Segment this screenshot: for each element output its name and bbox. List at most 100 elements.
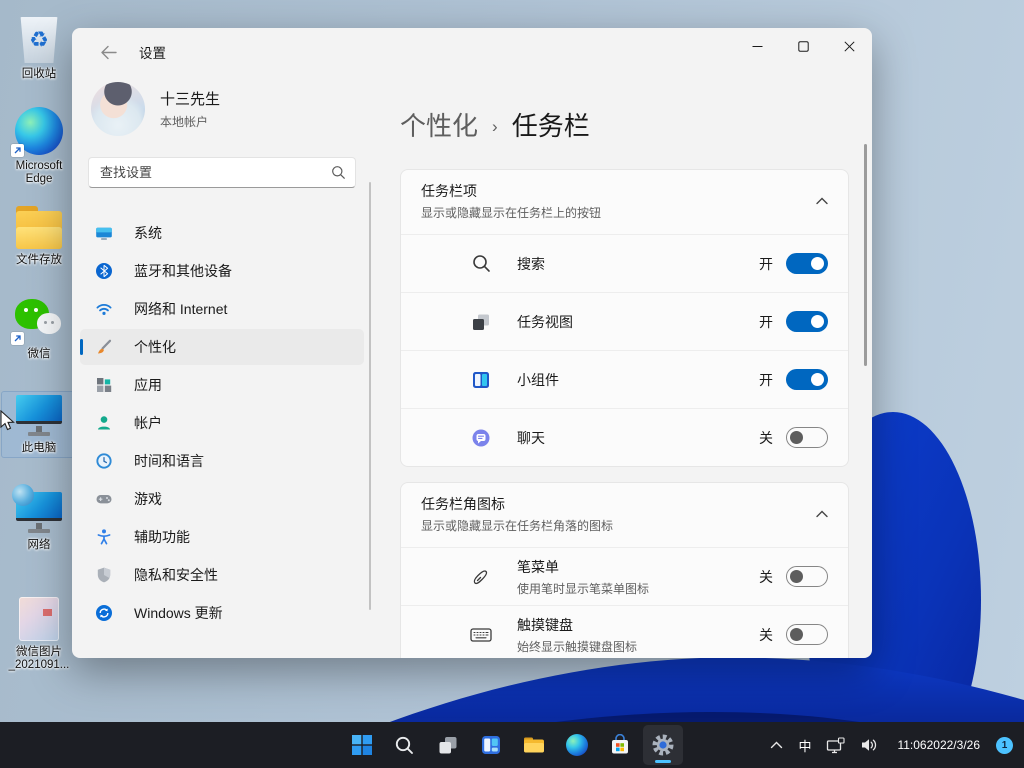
sidebar-nav: 系统 蓝牙和其他设备 网络和 Internet 个性化 应用 帐户 时间和语言 … bbox=[72, 215, 372, 631]
chevron-up-icon[interactable] bbox=[816, 510, 828, 518]
maximize-button[interactable] bbox=[780, 28, 826, 64]
desktop-icon-wechat-image[interactable]: 微信图片 _2021091... bbox=[2, 594, 76, 674]
setting-row-task-view: 任务视图 开 bbox=[401, 292, 848, 350]
pen-menu-toggle[interactable] bbox=[786, 566, 828, 587]
account-type: 本地帐户 bbox=[160, 115, 209, 129]
time-language-clock-icon bbox=[96, 453, 112, 469]
sidebar-item-label: 应用 bbox=[134, 377, 162, 393]
user-name: 十三先生 bbox=[160, 91, 221, 108]
taskbar-store-button[interactable] bbox=[600, 725, 640, 765]
touch-keyboard-toggle[interactable] bbox=[786, 624, 828, 645]
settings-search-box[interactable] bbox=[88, 157, 356, 188]
sidebar-item-gaming[interactable]: 游戏 bbox=[80, 481, 364, 517]
close-button[interactable] bbox=[826, 28, 872, 64]
ime-indicator[interactable]: 中 bbox=[791, 725, 818, 765]
sidebar-item-accounts[interactable]: 帐户 bbox=[80, 405, 364, 441]
sidebar-item-network-internet[interactable]: 网络和 Internet bbox=[80, 291, 364, 327]
setting-row-pen-menu: 笔菜单 使用笔时显示笔菜单图标 关 bbox=[401, 547, 848, 605]
desktop-icon-label: Microsoft Edge bbox=[15, 160, 63, 185]
search-icon bbox=[395, 736, 413, 754]
breadcrumb-separator: › bbox=[492, 116, 498, 136]
user-profile[interactable]: 十三先生 本地帐户 bbox=[91, 82, 372, 136]
sidebar-item-bluetooth-devices[interactable]: 蓝牙和其他设备 bbox=[80, 253, 364, 289]
search-toggle[interactable] bbox=[786, 253, 828, 274]
settings-sidebar: 十三先生 本地帐户 系统 bbox=[72, 76, 372, 658]
taskbar-widgets-button[interactable] bbox=[471, 725, 511, 765]
section-title: 任务栏角图标 bbox=[421, 496, 505, 512]
windows-update-icon bbox=[96, 605, 112, 621]
sidebar-item-privacy-security[interactable]: 隐私和安全性 bbox=[80, 557, 364, 593]
desktop-icon-folder[interactable]: 文件存放 bbox=[2, 202, 76, 269]
accounts-person-icon bbox=[98, 416, 110, 430]
toggle-state-label: 关 bbox=[759, 626, 773, 643]
chevron-up-icon[interactable] bbox=[816, 197, 828, 205]
toggle-state-label: 开 bbox=[759, 313, 773, 330]
toggle-state-label: 开 bbox=[759, 255, 773, 272]
back-arrow-icon bbox=[100, 45, 117, 59]
taskbar-edge-button[interactable] bbox=[557, 725, 597, 765]
settings-window: 设置 十三先生 本地帐户 查找设置 系统 蓝牙和其他设备 网络和 Interne… bbox=[72, 28, 872, 658]
taskbar-file-explorer-button[interactable] bbox=[514, 725, 554, 765]
volume-tray-button[interactable] bbox=[853, 725, 885, 765]
sidebar-item-time-language[interactable]: 时间和语言 bbox=[80, 443, 364, 479]
task-view-icon bbox=[439, 737, 456, 754]
desktop-icon-edge[interactable]: Microsoft Edge bbox=[2, 104, 76, 188]
sidebar-item-label: 蓝牙和其他设备 bbox=[134, 263, 232, 279]
sidebar-item-label: 网络和 Internet bbox=[134, 301, 228, 317]
minimize-button[interactable] bbox=[734, 28, 780, 64]
clock[interactable]: 11:06 2022/3/26 bbox=[890, 725, 987, 765]
sidebar-item-windows-update[interactable]: Windows 更新 bbox=[80, 595, 364, 631]
start-button[interactable] bbox=[342, 725, 382, 765]
chevron-up-icon bbox=[771, 741, 783, 749]
settings-gear-icon bbox=[652, 734, 673, 756]
sidebar-item-accessibility[interactable]: 辅助功能 bbox=[80, 519, 364, 555]
task-view-toggle[interactable] bbox=[786, 311, 828, 332]
notification-badge[interactable]: 1 bbox=[996, 736, 1013, 754]
desktop-icon-recycle-bin[interactable]: ♻ 回收站 bbox=[2, 14, 76, 83]
microsoft-store-icon bbox=[611, 734, 628, 754]
sidebar-item-label: 隐私和安全性 bbox=[134, 567, 218, 583]
taskbar-items-header[interactable]: 任务栏项 显示或隐藏显示在任务栏上的按钮 bbox=[401, 170, 848, 234]
widgets-icon bbox=[481, 736, 500, 754]
search-input[interactable] bbox=[89, 158, 355, 187]
folder-icon bbox=[16, 206, 62, 249]
back-button[interactable] bbox=[94, 38, 122, 66]
desktop-icon-network[interactable]: 网络 bbox=[2, 484, 76, 554]
sidebar-item-system[interactable]: 系统 bbox=[80, 215, 364, 251]
ethernet-network-icon bbox=[827, 736, 846, 753]
system-tray: 中 11:06 2022/3/26 1 bbox=[763, 725, 1018, 765]
taskbar-task-view-button[interactable] bbox=[428, 725, 468, 765]
desktop-icon-label: 文件存放 bbox=[16, 254, 62, 266]
sidebar-item-personalization[interactable]: 个性化 bbox=[80, 329, 364, 365]
sidebar-item-label: 帐户 bbox=[134, 415, 162, 431]
taskbar-settings-button[interactable] bbox=[642, 725, 683, 765]
taskbar-search-button[interactable] bbox=[385, 725, 425, 765]
taskbar-center-icons bbox=[342, 725, 683, 765]
maximize-icon bbox=[797, 40, 809, 52]
network-tray-button[interactable] bbox=[819, 725, 852, 765]
widgets-toggle[interactable] bbox=[786, 369, 828, 390]
taskbar-items-card: 任务栏项 显示或隐藏显示在任务栏上的按钮 搜索 开 任务视图 开 小组件 开 聊… bbox=[400, 169, 849, 467]
setting-label: 任务视图 bbox=[517, 313, 573, 330]
hidden-icons-button[interactable] bbox=[763, 725, 790, 765]
sidebar-scrollbar[interactable] bbox=[369, 182, 371, 610]
window-title: 设置 bbox=[139, 46, 166, 61]
sidebar-item-label: 个性化 bbox=[134, 339, 176, 355]
setting-label: 搜索 bbox=[517, 255, 545, 272]
settings-content: 个性化 › 任务栏 任务栏项 显示或隐藏显示在任务栏上的按钮 搜索 开 任务视图… bbox=[372, 76, 872, 658]
setting-label: 小组件 bbox=[517, 371, 559, 388]
desktop-icon-label: 微信 bbox=[27, 348, 51, 360]
desktop-icon-label: 网络 bbox=[27, 539, 51, 551]
sidebar-item-apps[interactable]: 应用 bbox=[80, 367, 364, 403]
avatar bbox=[91, 82, 145, 136]
sidebar-item-label: 时间和语言 bbox=[134, 453, 204, 469]
chat-icon bbox=[469, 428, 493, 448]
chat-toggle[interactable] bbox=[786, 427, 828, 448]
privacy-shield-icon bbox=[97, 567, 111, 583]
taskbar-corner-icons-header[interactable]: 任务栏角图标 显示或隐藏显示在任务栏角落的图标 bbox=[401, 483, 848, 547]
windows-start-icon bbox=[351, 735, 372, 755]
breadcrumb-personalization[interactable]: 个性化 bbox=[400, 106, 478, 143]
toggle-state-label: 关 bbox=[759, 568, 773, 585]
desktop-icon-wechat[interactable]: 微信 bbox=[2, 296, 76, 363]
content-scrollbar[interactable] bbox=[864, 144, 867, 366]
